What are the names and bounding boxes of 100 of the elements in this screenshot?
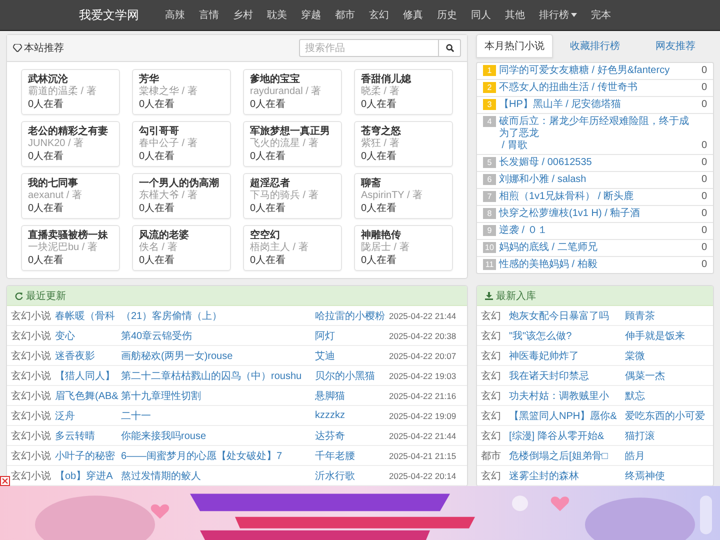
chapter-link[interactable]: 你能来接我吗rouse [121, 428, 311, 442]
book-title-link[interactable]: 风流的老婆 [139, 229, 224, 242]
nav-link[interactable]: 穿越 [294, 0, 328, 30]
chapter-link[interactable]: 第二十二章枯枯戮山的囚鸟（中）roushu [121, 368, 311, 382]
author-link[interactable]: 猫打滚 [625, 428, 709, 442]
author-name: / 尼安德塔猫 [564, 99, 622, 111]
author-link[interactable]: 悬脚猫 [315, 388, 385, 402]
book-title-link[interactable]: 泛舟 [55, 408, 117, 422]
author-link[interactable]: 默忘 [625, 388, 709, 402]
book-title-link[interactable]: 多云转晴 [55, 428, 117, 442]
book-title-link[interactable]: 武林沉沦 [28, 73, 113, 86]
nav-link[interactable]: 耽美 [260, 0, 294, 30]
author-link[interactable]: 沂水行歌 [315, 468, 385, 482]
nav-link[interactable]: 历史 [430, 0, 464, 30]
book-title-link[interactable]: 芳华 [139, 73, 224, 86]
book-title-link[interactable]: 功夫村姑：调教贼里小 [509, 388, 621, 402]
author-link[interactable]: kzzzkz [315, 410, 385, 421]
book-title-link[interactable]: 军旅梦想一真正男 [250, 125, 335, 138]
close-icon[interactable] [0, 476, 10, 486]
site-logo[interactable]: 我爱文学网 [72, 0, 146, 30]
book-title-link[interactable]: 【HP】黑山羊 [499, 99, 563, 111]
book-title-link[interactable]: 苍穹之怒 [361, 125, 446, 138]
nav-link[interactable]: 完本 [584, 0, 618, 30]
book-title-link[interactable]: 爹地的宝宝 [250, 73, 335, 86]
refresh-icon [15, 292, 23, 300]
chapter-link[interactable]: 二十一 [121, 408, 311, 422]
author-link[interactable]: 千年老腰 [315, 448, 385, 462]
book-title-link[interactable]: 同学的可爱女友糖糖 [499, 65, 589, 77]
book-title-link[interactable]: 春帐暖（骨科 [55, 308, 117, 322]
book-title-link[interactable]: 我在诸天封印禁忌 [509, 368, 621, 382]
book-title-link[interactable]: 迷雾尘封的森林 [509, 468, 621, 482]
nav-link[interactable]: 同人 [464, 0, 498, 30]
rank-badge: 8 [483, 208, 496, 219]
tab[interactable]: 收藏排行榜 [556, 34, 634, 58]
author-link[interactable]: 艾迪 [315, 348, 385, 362]
chapter-link[interactable]: 画舫秘欢(两男一女)rouse [121, 348, 311, 362]
chapter-link[interactable]: 6——闺蜜梦月的心愿【处女破处】7 [121, 448, 311, 462]
author-name: / 釉子酒 [604, 208, 640, 220]
author-link[interactable]: 顾青茶 [625, 308, 709, 322]
book-title-link[interactable]: 不惑女人的扭曲生活 [499, 82, 589, 94]
book-title-link[interactable]: 香甜俏儿媳 [361, 73, 446, 86]
book-title-link[interactable]: 勾引哥哥 [139, 125, 224, 138]
book-title-link[interactable]: 【黑篮同人NPH】愿你& [509, 408, 621, 422]
book-title-link[interactable]: 变心 [55, 328, 117, 342]
author-link[interactable]: 爱吃东西的小可爱 [625, 408, 709, 422]
book-title-link[interactable]: 妈妈的底线 [499, 242, 549, 254]
chapter-link[interactable]: 熬过发情期的鲛人 [121, 468, 311, 482]
book-title-link[interactable]: "我"该怎么做? [509, 328, 621, 342]
book-title-link[interactable]: 迷香夜影 [55, 348, 117, 362]
author-link[interactable]: 终焉神使 [625, 468, 709, 482]
nav-link[interactable]: 玄幻 [362, 0, 396, 30]
author-link[interactable]: 哈拉雷的小樱粉 [315, 308, 385, 322]
tab[interactable]: 网友推荐 [637, 34, 714, 58]
chapter-link[interactable]: 第40章云锦受伤 [121, 328, 311, 342]
search-field[interactable]: 搜索作品 [299, 39, 439, 57]
nav-link[interactable]: 高辣 [158, 0, 192, 30]
book-title-link[interactable]: 炮灰女配今日暴富了吗 [509, 308, 621, 322]
book-title-link[interactable]: 小叶子的秘密 [55, 448, 117, 462]
category-text: 玄幻 [481, 330, 502, 342]
author-link[interactable]: 棠微 [625, 348, 709, 362]
author-link[interactable]: 贝尔的小黑猫 [315, 368, 385, 382]
book-title-link[interactable]: 聊斋 [361, 177, 446, 190]
category-text: 都市 [481, 450, 502, 462]
book-title-link[interactable]: 性感的美艳妈妈 [499, 259, 569, 271]
chapter-link[interactable]: 第十九章理性切割 [121, 388, 311, 402]
book-title-link[interactable]: 长发媚母 [499, 157, 539, 169]
nav-link[interactable]: 言情 [192, 0, 226, 30]
book-title-link[interactable]: 破而后立：屠龙少年历经艰难险阻，终于成为了恶龙 [499, 116, 696, 140]
book-title-link[interactable]: 相煎（1v1兄妹骨科） [499, 191, 596, 203]
book-title-link[interactable]: 逆袭 [499, 225, 519, 237]
rank-badge: 5 [483, 157, 496, 168]
book-title-link[interactable]: 刘娜和小雅 [499, 174, 549, 186]
book-title-link[interactable]: 我的七同事 [28, 177, 113, 190]
book-title-link[interactable]: 一个男人的伪高潮 [139, 177, 224, 190]
book-title-link[interactable]: 【猎人同人】 [55, 368, 117, 382]
book-title-link[interactable]: 直播卖骚被榜一妹 [28, 229, 113, 242]
tab[interactable]: 本月热门小说 [476, 34, 553, 58]
nav-link[interactable]: 排行榜 [532, 0, 584, 30]
book-title-link[interactable]: 超淫忍者 [250, 177, 335, 190]
chapter-link[interactable]: （21）客房偷情（上） [121, 308, 311, 322]
nav-link[interactable]: 修真 [396, 0, 430, 30]
author-link[interactable]: 达芬奇 [315, 428, 385, 442]
reader-count: 0人在看 [28, 150, 65, 163]
search-button[interactable] [439, 39, 461, 57]
nav-link[interactable]: 其他 [498, 0, 532, 30]
book-title-link[interactable]: 快穿之松萝缠枝(1v1 H) [499, 208, 602, 220]
book-title-link[interactable]: 空空幻 [250, 229, 335, 242]
book-title-link[interactable]: 危楼倒塌之后[姐弟骨□ [509, 448, 621, 462]
book-title-link[interactable]: 【ob】穿进A [55, 468, 117, 482]
book-title-link[interactable]: [综漫] 降谷从零开始& [509, 428, 621, 442]
book-title-link[interactable]: 神医毒妃帅炸了 [509, 348, 621, 362]
book-title-link[interactable]: 老公的精彩之有妻 [28, 125, 113, 138]
author-link[interactable]: 皓月 [625, 448, 709, 462]
nav-link[interactable]: 乡村 [226, 0, 260, 30]
author-link[interactable]: 偶菜一杰 [625, 368, 709, 382]
author-link[interactable]: 伸手就是饭来 [625, 328, 709, 342]
book-title-link[interactable]: 神雕艳传 [361, 229, 446, 242]
nav-link[interactable]: 都市 [328, 0, 362, 30]
book-title-link[interactable]: 眉飞色舞(AB& [55, 388, 117, 402]
author-link[interactable]: 阿灯 [315, 328, 385, 342]
